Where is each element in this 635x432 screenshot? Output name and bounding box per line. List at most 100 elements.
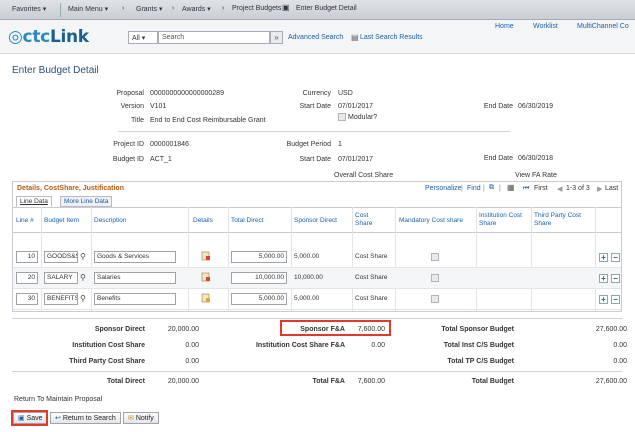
cost-share-link[interactable]: Cost Share [355,253,388,260]
description-input[interactable]: Goods & Services [94,251,176,263]
col-third-party-cost-share[interactable]: Third Party Cost Share [534,212,592,228]
advanced-search-link[interactable]: Advanced Search [288,34,343,41]
find-link[interactable]: Find [467,185,481,192]
col-line[interactable]: Line # [16,217,34,225]
search-scope-select[interactable]: All ▾ [128,31,158,44]
cost-share-link[interactable]: Cost Share [355,274,388,281]
description-input[interactable]: Benefits [94,293,176,305]
view-fa-rate-link[interactable]: View FA Rate [515,172,557,179]
delete-row-button[interactable]: − [611,295,620,304]
proposal-value: 0000000000000000289 [150,90,224,97]
search-go-button[interactable]: » [270,31,283,44]
home-link[interactable]: Home [495,23,514,30]
total-direct-input[interactable]: 10,000.00 [231,272,287,284]
first-arrow-icon[interactable]: ⏮ [523,185,529,193]
personalize-link[interactable]: Personalize [425,185,462,192]
sponsor-direct-value: 5,000.00 [294,295,320,302]
sponsor-direct-value: 10,000.00 [294,274,323,281]
row-range: 1-3 of 3 [566,185,590,192]
total-direct-input[interactable]: 5,000.00 [231,293,287,305]
last-search-results-link[interactable]: Last Search Results [360,34,423,41]
details-icon[interactable] [201,272,211,282]
version-label: Version [120,103,144,110]
cost-share-link[interactable]: Cost Share [355,295,388,302]
col-details: Details [193,217,213,224]
mandatory-cost-share-checkbox[interactable] [431,295,439,303]
table-row: 10 GOODS&S ⚲ Goods & Services 5,000.00 5… [13,247,621,268]
divider [118,131,510,132]
end-date-value: 06/30/2019 [518,103,554,110]
details-icon[interactable] [201,293,211,303]
add-row-button[interactable]: + [599,295,608,304]
add-row-button[interactable]: + [599,274,608,283]
prev-arrow-icon[interactable]: ◀ [557,185,562,193]
total-tp-cs-budget-label: Total TP C/S Budget [447,358,514,365]
first-link[interactable]: First [534,185,548,192]
overall-cost-share-link[interactable]: Overall Cost Share [334,172,393,179]
search-input[interactable]: Search [158,31,270,44]
mandatory-cost-share-checkbox[interactable] [431,253,439,261]
delete-row-button[interactable]: − [611,274,620,283]
breadcrumb-enter-budget-detail[interactable]: Enter Budget Detail [296,5,357,12]
notify-button[interactable]: ✉ Notify [123,412,159,424]
lookup-icon[interactable]: ⚲ [80,294,86,303]
tab-line-data[interactable]: Line Data [16,196,52,207]
favorites-menu[interactable]: Favorites ▾ [12,5,46,13]
multichannel-link[interactable]: MultiChannel Co [577,23,629,30]
institution-cost-share-label: Institution Cost Share [72,342,145,349]
divider [12,371,622,372]
return-to-maintain-proposal-link[interactable]: Return To Maintain Proposal [14,396,102,403]
breadcrumb-awards[interactable]: Awards ▾ [182,5,211,13]
breadcrumb-grants[interactable]: Grants ▾ [136,5,162,13]
breadcrumb-separator: › [222,5,225,12]
institution-cost-share-value: 0.00 [185,342,199,349]
col-institution-cost-share[interactable]: Institution Cost Share [479,212,533,228]
grid-title: Details, CostShare, Justification [17,185,124,192]
end-date-label-2: End Date [483,155,513,162]
total-direct-value: 20,000.00 [167,378,199,385]
view-all-icon[interactable]: ⧉ [489,184,494,192]
details-icon[interactable] [201,251,211,261]
col-mandatory-cost-share[interactable]: Mandatory Cost share [399,217,463,225]
total-direct-input[interactable]: 5,000.00 [231,251,287,263]
download-icon[interactable]: ▦ [507,183,515,192]
budget-item-input[interactable]: SALARY [44,272,78,284]
line-number-input[interactable]: 30 [16,293,38,305]
ctclink-logo: ◎ctcLink [8,27,89,47]
end-date-value-2: 06/30/2018 [518,155,554,162]
mandatory-cost-share-checkbox[interactable] [431,274,439,282]
modular-checkbox[interactable] [338,113,346,121]
budget-id-value: ACT_1 [150,156,172,163]
budget-period-value: 1 [338,141,342,148]
breadcrumb-separator: › [172,5,175,12]
tab-more-line-data[interactable]: More Line Data [60,196,113,207]
breadcrumb-project-budgets[interactable]: Project Budgets [232,5,281,12]
app-header: ◎ctcLink All ▾ Search » Advanced Search … [0,20,635,54]
table-row: 20 SALARY ⚲ Salaries 10,000.00 10,000.00… [13,268,621,289]
page-icon: ▣ [282,3,290,12]
col-description[interactable]: Description [94,217,127,225]
col-cost-share[interactable]: Cost Share [355,212,381,228]
budget-item-input[interactable]: GOODS&S [44,251,78,263]
lookup-icon[interactable]: ⚲ [80,273,86,282]
line-number-input[interactable]: 20 [16,272,38,284]
last-link[interactable]: Last [605,185,618,192]
line-number-input[interactable]: 10 [16,251,38,263]
main-menu[interactable]: Main Menu ▾ [68,5,108,13]
sponsor-direct-total-value: 20,000.00 [167,326,199,333]
col-total-direct[interactable]: Total Direct [231,217,264,225]
budget-item-input[interactable]: BENEFITS [44,293,78,305]
col-budget-item[interactable]: Budget Item [44,217,79,225]
next-arrow-icon[interactable]: ▶ [597,185,602,193]
return-to-search-button[interactable]: ↩ Return to Search [50,412,121,424]
worklist-link[interactable]: Worklist [533,23,558,30]
institution-cost-share-fa-value: 0.00 [371,342,385,349]
description-input[interactable]: Salaries [94,272,176,284]
delete-row-button[interactable]: − [611,253,620,262]
divider: | [461,185,463,192]
add-row-button[interactable]: + [599,253,608,262]
top-nav-bar: Favorites ▾ Main Menu ▾ › Grants ▾ › Awa… [0,0,635,20]
lookup-icon[interactable]: ⚲ [80,252,86,261]
col-sponsor-direct[interactable]: Sponsor Direct [294,217,337,225]
sponsor-fa-highlight [280,320,391,336]
